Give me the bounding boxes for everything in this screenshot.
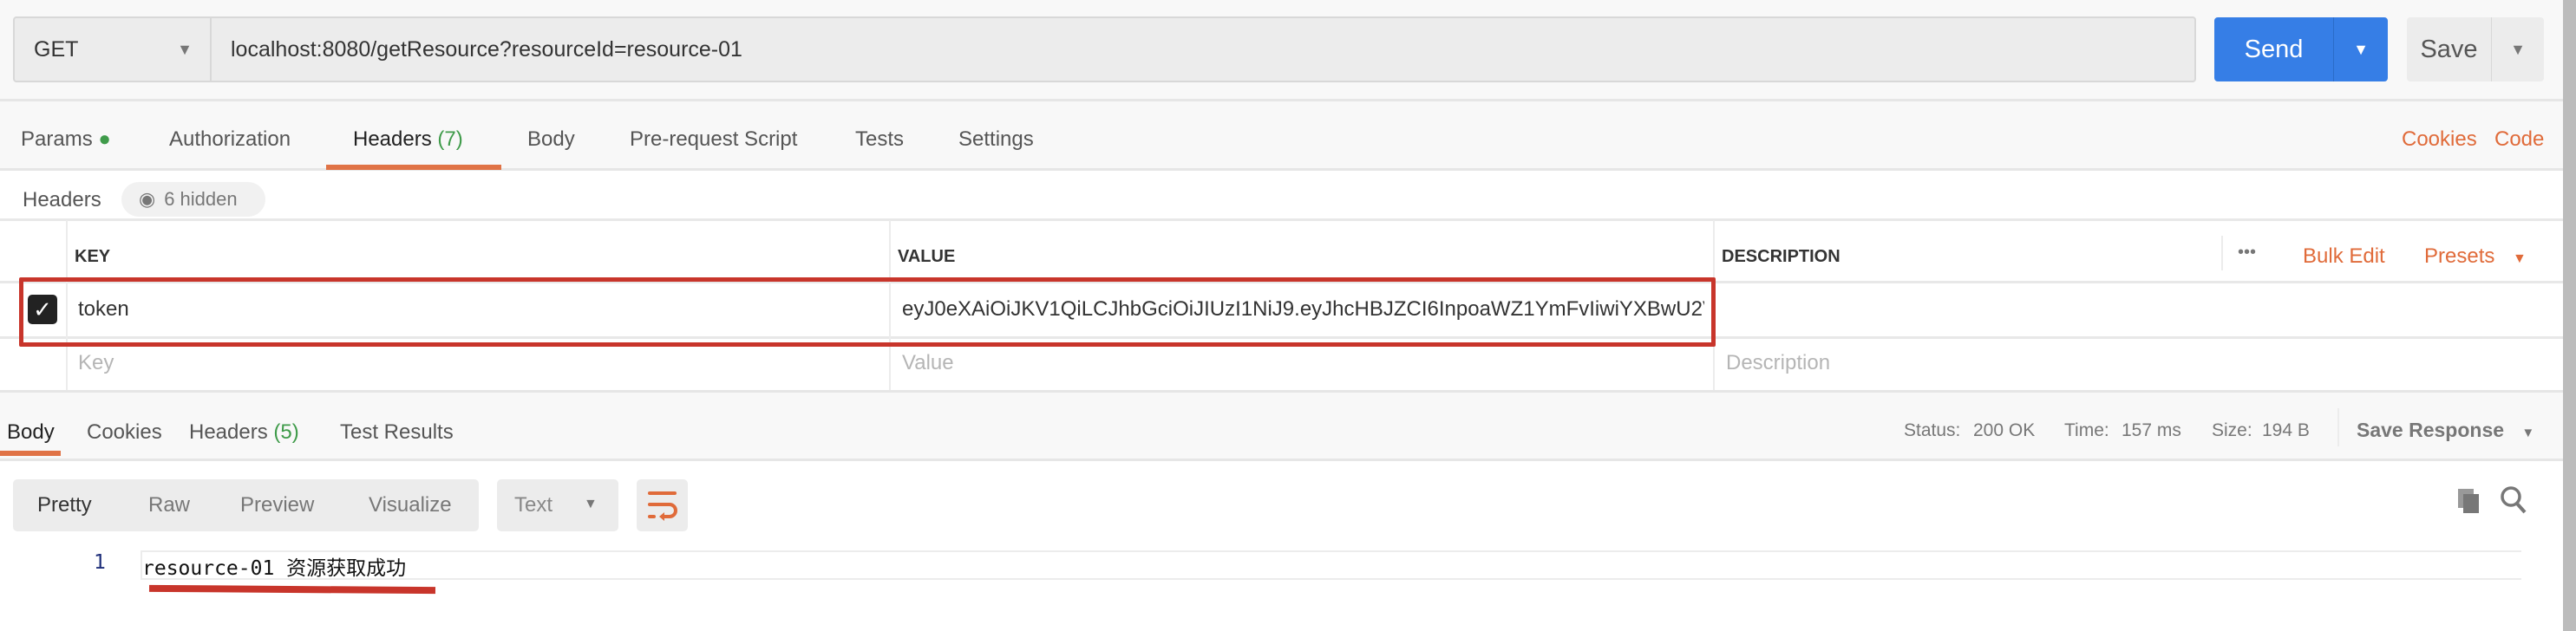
view-pretty[interactable]: Pretty — [37, 493, 92, 517]
divider — [0, 218, 2563, 221]
tab-pre-request-script[interactable]: Pre-request Script — [630, 127, 797, 152]
chevron-down-icon: ▼ — [584, 497, 598, 511]
search-icon[interactable] — [2500, 485, 2527, 521]
send-dropdown-icon[interactable]: ▼ — [2334, 17, 2388, 81]
status-value: 200 OK — [1973, 420, 2036, 440]
tab-test-results[interactable]: Test Results — [340, 420, 454, 445]
tab-count: (5) — [273, 420, 299, 444]
column-description: DESCRIPTION — [1722, 247, 1840, 266]
annotation-underline — [148, 584, 436, 595]
tab-label: Params — [21, 127, 93, 151]
view-visualize[interactable]: Visualize — [369, 493, 452, 517]
request-tabs: Params ● Authorization Headers (7) Body … — [0, 101, 2563, 171]
wrap-lines-button[interactable] — [637, 479, 688, 531]
divider — [2337, 408, 2339, 446]
time-label: Time: — [2064, 420, 2109, 440]
wrap-lines-icon — [648, 491, 677, 521]
tab-settings[interactable]: Settings — [958, 127, 1034, 152]
save-response-dropdown[interactable]: Save Response ▼ — [2357, 419, 2534, 442]
tab-response-cookies[interactable]: Cookies — [87, 420, 162, 445]
active-line-highlight — [141, 550, 2521, 580]
tab-response-body[interactable]: Body — [7, 420, 55, 445]
new-key-input[interactable]: Key — [78, 351, 114, 375]
new-value-input[interactable]: Value — [902, 351, 954, 375]
view-mode-group: Pretty Raw Preview Visualize — [13, 479, 479, 531]
tab-label: Headers — [189, 420, 268, 444]
bulk-edit-link[interactable]: Bulk Edit — [2303, 244, 2385, 269]
tab-body[interactable]: Body — [527, 127, 575, 152]
url-input[interactable]: localhost:8080/getResource?resourceId=re… — [210, 16, 2196, 82]
hidden-count: 6 hidden — [164, 188, 238, 210]
divider — [2221, 236, 2223, 270]
chevron-down-icon: ▼ — [177, 41, 193, 58]
line-number: 1 — [94, 551, 106, 574]
presets-label: Presets — [2424, 244, 2495, 268]
params-dot-icon: ● — [98, 127, 111, 151]
time-value: 157 ms — [2122, 420, 2181, 440]
tab-authorization[interactable]: Authorization — [169, 127, 291, 152]
tab-label: Headers — [353, 127, 432, 151]
tab-params[interactable]: Params ● — [21, 127, 111, 152]
save-label[interactable]: Save — [2407, 17, 2492, 81]
copy-icon[interactable] — [2456, 487, 2482, 521]
view-raw[interactable]: Raw — [148, 493, 190, 517]
eye-icon: ◉ — [139, 188, 156, 210]
hidden-headers-toggle[interactable]: ◉ 6 hidden — [121, 182, 265, 217]
size-label: Size: — [2212, 420, 2252, 440]
tab-tests[interactable]: Tests — [855, 127, 904, 152]
save-dropdown-icon[interactable]: ▼ — [2492, 17, 2544, 81]
cookies-link[interactable]: Cookies — [2402, 127, 2477, 152]
presets-dropdown[interactable]: Presets ▼ — [2424, 244, 2527, 269]
new-description-input[interactable]: Description — [1726, 351, 1830, 375]
more-options-icon[interactable]: ••• — [2238, 243, 2256, 263]
format-select[interactable]: Text ▼ — [497, 479, 618, 531]
send-label[interactable]: Send — [2214, 17, 2334, 81]
status-label: Status: — [1904, 420, 1961, 440]
tab-response-headers[interactable]: Headers (5) — [189, 420, 299, 445]
headers-title: Headers — [23, 188, 101, 211]
method-value: GET — [34, 36, 79, 62]
chevron-down-icon: ▼ — [2521, 426, 2535, 440]
response-tabs: Body Cookies Headers (5) Test Results St… — [0, 390, 2563, 461]
size-value: 194 B — [2262, 420, 2310, 440]
format-value: Text — [514, 493, 553, 517]
code-link[interactable]: Code — [2494, 127, 2544, 152]
method-select[interactable]: GET ▼ — [13, 16, 211, 82]
column-key: KEY — [75, 247, 111, 266]
active-tab-indicator — [0, 451, 61, 456]
save-response-label: Save Response — [2357, 419, 2505, 441]
response-body-text[interactable]: resource-01 资源获取成功 — [142, 551, 406, 581]
active-tab-indicator — [326, 165, 501, 170]
annotation-box — [19, 277, 1716, 347]
url-value: localhost:8080/getResource?resourceId=re… — [231, 36, 742, 62]
tab-headers[interactable]: Headers (7) — [353, 127, 463, 152]
view-preview[interactable]: Preview — [240, 493, 314, 517]
chevron-down-icon: ▼ — [2513, 251, 2527, 266]
save-button[interactable]: Save ▼ — [2407, 17, 2544, 81]
send-button[interactable]: Send ▼ — [2214, 17, 2388, 81]
tab-count: (7) — [437, 127, 463, 151]
column-value: VALUE — [898, 247, 956, 266]
scrollbar[interactable] — [2563, 0, 2576, 631]
